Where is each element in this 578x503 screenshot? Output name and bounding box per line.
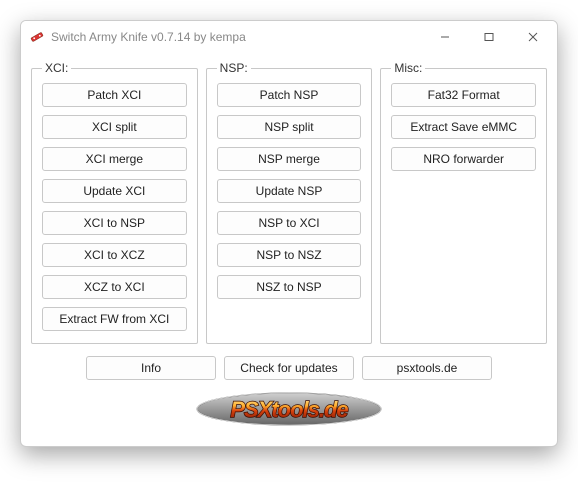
group-nsp: NSP: Patch NSP NSP split NSP merge Updat… bbox=[206, 61, 373, 344]
group-misc: Misc: Fat32 Format Extract Save eMMC NRO… bbox=[380, 61, 547, 344]
nsz-to-nsp-button[interactable]: NSZ to NSP bbox=[217, 275, 362, 299]
logo-wrap: PSXtools.de bbox=[31, 386, 547, 432]
xci-split-button[interactable]: XCI split bbox=[42, 115, 187, 139]
group-xci: XCI: Patch XCI XCI split XCI merge Updat… bbox=[31, 61, 198, 344]
content-area: XCI: Patch XCI XCI split XCI merge Updat… bbox=[21, 53, 557, 446]
nsp-to-xci-button[interactable]: NSP to XCI bbox=[217, 211, 362, 235]
update-nsp-button[interactable]: Update NSP bbox=[217, 179, 362, 203]
group-xci-legend: XCI: bbox=[42, 61, 71, 75]
window-title: Switch Army Knife v0.7.14 by kempa bbox=[51, 30, 423, 44]
update-xci-button[interactable]: Update XCI bbox=[42, 179, 187, 203]
footer-buttons: Info Check for updates psxtools.de bbox=[31, 356, 547, 380]
maximize-button[interactable] bbox=[467, 22, 511, 52]
extract-save-emmc-button[interactable]: Extract Save eMMC bbox=[391, 115, 536, 139]
nsp-split-button[interactable]: NSP split bbox=[217, 115, 362, 139]
group-misc-legend: Misc: bbox=[391, 61, 425, 75]
svg-text:PSXtools.de: PSXtools.de bbox=[230, 397, 348, 422]
xci-to-nsp-button[interactable]: XCI to NSP bbox=[42, 211, 187, 235]
psxtools-link-button[interactable]: psxtools.de bbox=[362, 356, 492, 380]
info-button[interactable]: Info bbox=[86, 356, 216, 380]
nsp-merge-button[interactable]: NSP merge bbox=[217, 147, 362, 171]
minimize-button[interactable] bbox=[423, 22, 467, 52]
group-nsp-legend: NSP: bbox=[217, 61, 251, 75]
app-icon bbox=[29, 29, 45, 45]
app-window: Switch Army Knife v0.7.14 by kempa XCI: … bbox=[20, 20, 558, 447]
columns: XCI: Patch XCI XCI split XCI merge Updat… bbox=[31, 61, 547, 344]
nsp-to-nsz-button[interactable]: NSP to NSZ bbox=[217, 243, 362, 267]
xci-merge-button[interactable]: XCI merge bbox=[42, 147, 187, 171]
fat32-format-button[interactable]: Fat32 Format bbox=[391, 83, 536, 107]
check-updates-button[interactable]: Check for updates bbox=[224, 356, 354, 380]
nro-forwarder-button[interactable]: NRO forwarder bbox=[391, 147, 536, 171]
close-button[interactable] bbox=[511, 22, 555, 52]
titlebar: Switch Army Knife v0.7.14 by kempa bbox=[21, 21, 557, 53]
patch-nsp-button[interactable]: Patch NSP bbox=[217, 83, 362, 107]
patch-xci-button[interactable]: Patch XCI bbox=[42, 83, 187, 107]
psxtools-logo: PSXtools.de bbox=[189, 386, 389, 432]
xci-to-xcz-button[interactable]: XCI to XCZ bbox=[42, 243, 187, 267]
xcz-to-xci-button[interactable]: XCZ to XCI bbox=[42, 275, 187, 299]
extract-fw-from-xci-button[interactable]: Extract FW from XCI bbox=[42, 307, 187, 331]
